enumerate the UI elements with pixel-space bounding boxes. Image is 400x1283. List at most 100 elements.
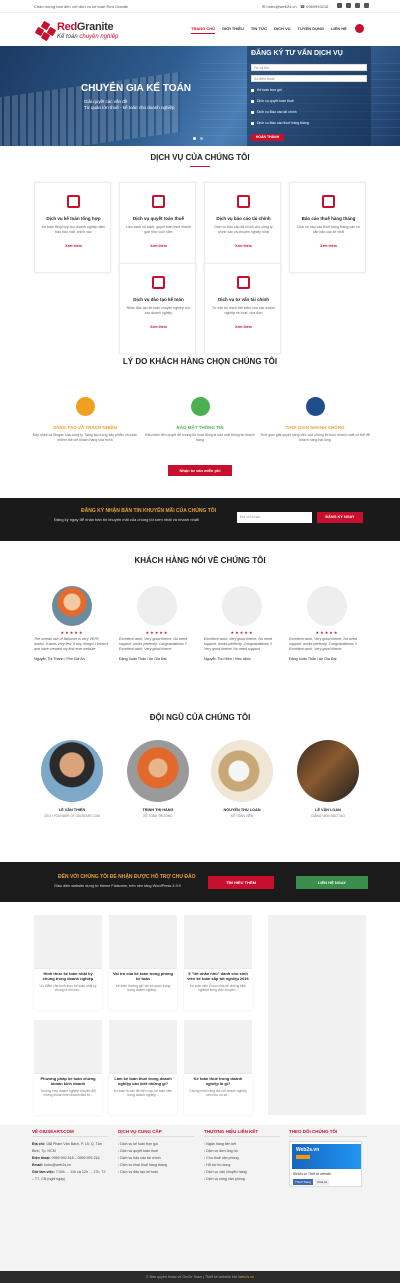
twitter-icon[interactable]: [355, 3, 360, 8]
facebook-page-name[interactable]: Web2s.vn Thiết kế website: [293, 1172, 331, 1176]
topbar-email[interactable]: ✉ hotro@web2s.vn: [262, 4, 297, 9]
post-title[interactable]: Vai trò của kế toán trong phòng kế toán: [112, 971, 174, 981]
service-title: Dịch vụ kế toán tổng hợp: [46, 216, 101, 221]
hero-title: CHUYÊN GIA KẾ TOÁN: [81, 83, 192, 94]
instagram-icon[interactable]: [346, 3, 351, 8]
footer-link[interactable]: Dịch vụ đơn ủng hộ: [204, 1148, 280, 1155]
footer-link[interactable]: Dịch vụ công văn phòng: [204, 1176, 280, 1183]
reason-desc: Đây chính là Slogan của công ty. Sáng tạ…: [32, 433, 138, 442]
slider-dot[interactable]: [193, 137, 196, 140]
blog-post[interactable]: Hình thức kế toán nhật ký chung trong do…: [34, 915, 102, 1010]
nav-contact[interactable]: Liên hệ: [331, 26, 347, 34]
slider-dot[interactable]: [200, 137, 203, 140]
footer-link[interactable]: Ngân hàng liên kết: [204, 1141, 280, 1148]
clipboard-icon: [235, 193, 252, 210]
title-underline: [190, 166, 210, 167]
service-card[interactable]: Dịch vụ tư vấn tài chính Tư vấn tài chín…: [204, 263, 281, 354]
service-card[interactable]: Dịch vụ đào tạo kế toán Nhận đào tạo kế …: [119, 263, 196, 354]
testimonial-card: ★★★★★ Excellent work, Very good theme, N…: [204, 586, 280, 681]
site-header: RedGranite Kế toán chuyên nghiệp Trang c…: [0, 14, 400, 46]
clock-icon: [305, 397, 325, 416]
service-title: Dịch vụ tư vấn tài chính: [217, 297, 270, 302]
service-desc: Dịch vụ báo cáo thuế hàng tháng cần có s…: [297, 225, 360, 234]
footer-link[interactable]: Dịch vụ quyết toán thuế: [118, 1148, 194, 1155]
reason-desc: Thời gian giải quyết công việc của chúng…: [260, 433, 370, 442]
service-more-link[interactable]: Xem thêm: [205, 244, 282, 248]
nav-services[interactable]: Dịch vụ: [274, 26, 290, 34]
avatar: [52, 586, 92, 626]
topbar-phone[interactable]: ☎ 0969993216: [300, 4, 328, 9]
service-more-link[interactable]: Xem thêm: [120, 325, 197, 329]
testimonials-title: KHÁCH HÀNG NÓI VỀ CHÚNG TÔI: [134, 556, 266, 565]
free-consult-button[interactable]: Nhận tư vấn miễn phí: [168, 465, 232, 476]
site-logo[interactable]: RedGranite Kế toán chuyên nghiệp: [34, 20, 126, 44]
nav-careers[interactable]: Tuyển dụng: [298, 26, 324, 34]
nav-home[interactable]: Trang chủ: [191, 26, 215, 34]
option-checkbox[interactable]: Dịch vụ Báo cáo thuế hàng tháng: [251, 121, 309, 125]
newsletter-subscribe-button[interactable]: ĐĂNG KÝ NGAY: [317, 512, 363, 523]
service-card[interactable]: Báo cáo thuế hàng tháng Dịch vụ báo cáo …: [289, 182, 366, 273]
email-icon[interactable]: [364, 3, 369, 8]
blog-post[interactable]: 5 "lời nhắn nhủ" dành cho sinh viên kế t…: [184, 915, 252, 1010]
submit-button[interactable]: HOÀN THÀNH: [251, 134, 284, 141]
facebook-cover: Web2s.vn: [292, 1144, 361, 1169]
footer-link[interactable]: Hỗ trợ tín dụng: [204, 1162, 280, 1169]
testimonial-quote: Excellent work, Very good theme, No need…: [204, 637, 272, 651]
footer-link[interactable]: Dịch vụ vận chuyển hàng: [204, 1169, 280, 1176]
service-card[interactable]: Dịch vụ quyết toán thuế Làm sạch số sách…: [119, 182, 196, 273]
post-title[interactable]: 5 "lời nhắn nhủ" dành cho sinh viên kế t…: [187, 971, 249, 981]
bookkeeping-icon: [65, 193, 82, 210]
nav-news[interactable]: Tin tức: [251, 26, 267, 34]
footer-link[interactable]: Dịch vụ đào tạo kế toán: [118, 1169, 194, 1176]
blog-post[interactable]: Làm kế toán thuế trong doanh nghiệp cần …: [109, 1020, 177, 1115]
facebook-icon[interactable]: [337, 3, 342, 8]
chat-icon: [235, 274, 252, 291]
reason-desc: Điều kiện tiên quyết để chúng tôi hoạt đ…: [145, 433, 255, 442]
service-card[interactable]: Dịch vụ báo cáo tài chính Dịch vụ báo cá…: [204, 182, 281, 273]
post-excerpt: Ưu điểm của hình thức kế toán nhật ký ch…: [39, 984, 97, 993]
newsletter-email-input[interactable]: Địa chỉ email: [237, 512, 312, 523]
footer-link[interactable]: Cho thuê văn phòng: [204, 1155, 280, 1162]
testimonial-quote: Excellent work, Very good theme, No need…: [289, 637, 357, 651]
post-title[interactable]: Làm kế toán thuế trong doanh nghiệp cần …: [112, 1076, 174, 1086]
footer-email[interactable]: Email: hotro@web2s.vn: [32, 1162, 108, 1169]
service-more-link[interactable]: Xem thêm: [290, 244, 367, 248]
service-card[interactable]: Dịch vụ kế toán tổng hợp Kế toán tổng hợ…: [34, 182, 111, 273]
post-title[interactable]: Phương pháp kế toán chứng khoán kinh doa…: [37, 1076, 99, 1086]
creative-icon: [75, 397, 95, 416]
name-input[interactable]: Họ và tên: [251, 64, 367, 71]
footer-link[interactable]: Dịch vụ kế toán trọn gói: [118, 1141, 194, 1148]
service-more-link[interactable]: Xem thêm: [120, 244, 197, 248]
contact-now-button[interactable]: LIÊN HỆ NGAY: [296, 876, 368, 889]
post-title[interactable]: Kế toán thuế trong doanh nghiệp là gì?: [187, 1076, 249, 1086]
learn-more-button[interactable]: TÌM HIỂU THÊM: [208, 876, 274, 889]
testimonial-quote: Excellent work, Very good theme, No need…: [119, 637, 187, 651]
share-button[interactable]: Chia sẻ: [315, 1179, 330, 1185]
footer-follow: THEO DÕI CHÚNG TÔI Web2s.vn Web2s.vn Thi…: [289, 1129, 367, 1187]
facebook-page-widget[interactable]: Web2s.vn Web2s.vn Thiết kế website Thích…: [289, 1141, 362, 1187]
service-more-link[interactable]: Xem thêm: [205, 325, 282, 329]
avatar: [137, 586, 177, 626]
footer-link[interactable]: Dịch vụ khai thuế hàng tháng: [118, 1162, 194, 1169]
post-title[interactable]: Hình thức kế toán nhật ký chung trong do…: [37, 971, 99, 981]
phone-input[interactable]: Số điện thoại: [251, 75, 367, 82]
nav-about[interactable]: Giới thiệu: [222, 26, 244, 34]
option-checkbox[interactable]: Kế toán trọn gói: [251, 88, 282, 92]
blog-post[interactable]: Vai trò của kế toán trong phòng kế toán K…: [109, 915, 177, 1010]
copyright-text: © Bản quyền thuộc về GiuSe Team | Thiết …: [145, 1275, 238, 1279]
newsletter-title: ĐĂNG KÝ NHẬN BẢN TIN KHUYẾN MÃI CỦA CHÚN…: [81, 508, 217, 514]
search-icon[interactable]: [355, 24, 364, 33]
service-desc: Nhận đào tạo kế toán chuyên nghiệp cho c…: [126, 306, 191, 315]
option-checkbox[interactable]: Dịch vụ quyết toán thuế: [251, 99, 294, 103]
service-more-link[interactable]: Xem thêm: [35, 244, 112, 248]
footer-link[interactable]: Dịch vụ báo cáo tài chính: [118, 1155, 194, 1162]
post-excerpt: Kế toán viên Zoom chia sẻ những kinh ngh…: [189, 984, 247, 993]
consult-form-title: ĐĂNG KÝ TƯ VẤN DỊCH VỤ: [251, 50, 343, 57]
copyright-brand-link[interactable]: Web2s.vn: [238, 1275, 254, 1279]
blog-post[interactable]: Kế toán thuế trong doanh nghiệp là gì? Ch…: [184, 1020, 252, 1115]
option-checkbox[interactable]: Dịch vụ Báo cáo tài chính: [251, 110, 297, 114]
newsletter-desc: Đăng ký ngay để nhận bản tin khuyến mãi …: [54, 517, 200, 522]
hero-subtitle: Giải quyết các vấn đề Từ quản lớn thuế - …: [84, 99, 175, 111]
like-page-button[interactable]: Thích Trang: [293, 1179, 314, 1185]
blog-post[interactable]: Phương pháp kế toán chứng khoán kinh doa…: [34, 1020, 102, 1115]
